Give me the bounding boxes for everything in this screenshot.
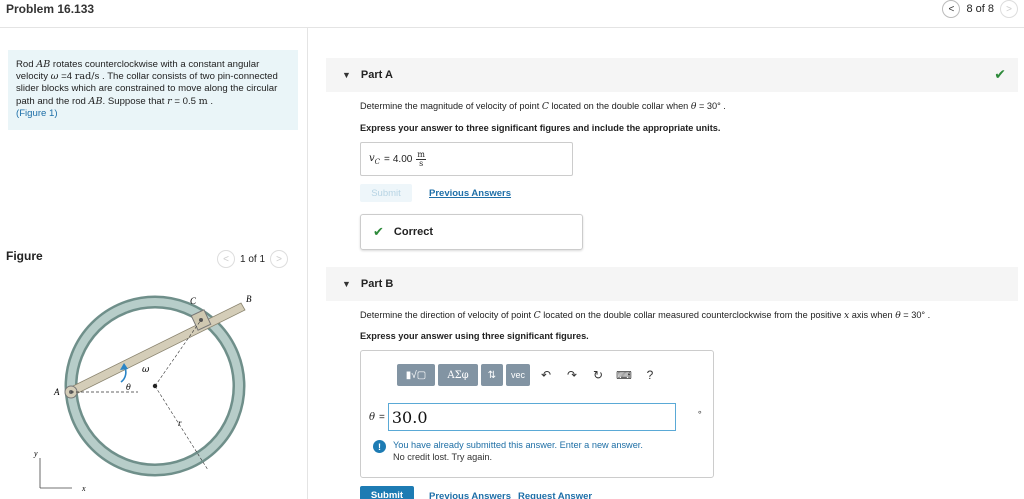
label-theta: θ	[126, 383, 131, 392]
rod-ab	[68, 302, 246, 396]
circle-center	[152, 383, 158, 389]
part-a-question: Determine the magnitude of velocity of p…	[360, 101, 726, 112]
problem-statement: Rod AB rotates counterclockwise with a c…	[8, 50, 298, 131]
label-b: B	[246, 294, 252, 304]
figure-heading: Figure	[6, 249, 43, 263]
problem-position: 8 of 8	[966, 3, 994, 15]
math-toolbar: ▮√▢ ΑΣφ ⇅ vec ↶ ↷ ↻ ⌨ ?	[397, 364, 663, 386]
part-a-previous-answers-link[interactable]: Previous Answers	[429, 188, 511, 199]
part-b-instruction: Express your answer using three signific…	[360, 331, 589, 341]
figure-link[interactable]: (Figure 1)	[16, 108, 58, 119]
left-panel: Rod AB rotates counterclockwise with a c…	[0, 28, 308, 499]
chevron-left-icon: <	[948, 3, 955, 15]
radius-line	[154, 319, 202, 387]
top-bar: Problem 16.133 < 8 of 8 >	[0, 0, 1024, 28]
greek-symbols-button[interactable]: ΑΣφ	[438, 364, 478, 386]
rod-collar-figure: A B C ω θ r y x	[33, 294, 252, 493]
part-b-submit-button[interactable]: Submit	[360, 486, 414, 499]
part-a-header[interactable]: ▼ Part A ✔	[326, 58, 1018, 92]
collapse-triangle-icon: ▼	[342, 70, 351, 80]
help-icon[interactable]: ?	[637, 364, 663, 386]
sort-button[interactable]: ⇅	[481, 364, 503, 386]
answer-var: vC	[369, 152, 381, 166]
answer-value: 4.00	[392, 153, 413, 165]
label-c: C	[190, 296, 197, 306]
part-a-submit-button[interactable]: Submit	[360, 184, 412, 202]
checkmark-icon: ✔	[994, 66, 1006, 82]
label-y: y	[33, 449, 38, 458]
templates-button[interactable]: ▮√▢	[397, 364, 435, 386]
part-b-previous-answers-link[interactable]: Previous Answers	[429, 491, 511, 499]
warning-message: ! You have already submitted this answer…	[373, 439, 643, 463]
prev-figure-button[interactable]: <	[217, 250, 235, 268]
redo-icon[interactable]: ↷	[559, 364, 585, 386]
part-a-instruction: Express your answer to three significant…	[360, 123, 721, 133]
reset-icon[interactable]: ↻	[585, 364, 611, 386]
vec-button[interactable]: vec	[506, 364, 530, 386]
undo-icon[interactable]: ↶	[533, 364, 559, 386]
next-figure-button[interactable]: >	[270, 250, 289, 268]
problem-nav: < 8 of 8 >	[942, 0, 1018, 18]
right-panel: ▼ Part A ✔ Determine the magnitude of ve…	[308, 28, 1024, 499]
label-r: r	[178, 418, 182, 428]
next-problem-button[interactable]: >	[1000, 0, 1018, 18]
chevron-right-icon: >	[276, 253, 282, 265]
part-b-question: Determine the direction of velocity of p…	[360, 310, 931, 321]
label-omega: ω	[142, 365, 150, 375]
alert-icon: !	[373, 440, 386, 453]
math-editor: ▮√▢ ΑΣφ ⇅ vec ↶ ↷ ↻ ⌨ ? θ = 30.0 ∘ ! You…	[360, 350, 714, 478]
theta-answer-row: θ = 30.0	[369, 403, 676, 431]
keyboard-icon[interactable]: ⌨	[611, 364, 637, 386]
prev-problem-button[interactable]: <	[942, 0, 961, 18]
label-x: x	[81, 484, 86, 493]
problem-title: Problem 16.133	[6, 2, 95, 16]
collapse-triangle-icon: ▼	[342, 279, 351, 289]
part-b-header[interactable]: ▼ Part B	[326, 267, 1018, 301]
part-a-answer-box: vC = 4.00 ms	[360, 142, 573, 176]
chevron-right-icon: >	[1006, 3, 1012, 15]
answer-unit: ms	[416, 149, 426, 168]
request-answer-link[interactable]: Request Answer	[518, 491, 592, 499]
chevron-left-icon: <	[223, 253, 229, 265]
correct-feedback: ✔ Correct	[360, 214, 583, 250]
theta-answer-input[interactable]: 30.0	[387, 403, 676, 431]
figure-position: 1 of 1	[240, 253, 266, 265]
degree-unit: ∘	[697, 407, 703, 417]
checkmark-icon: ✔	[373, 224, 384, 239]
figure-nav: < 1 of 1 >	[217, 250, 289, 268]
label-a: A	[53, 387, 60, 397]
